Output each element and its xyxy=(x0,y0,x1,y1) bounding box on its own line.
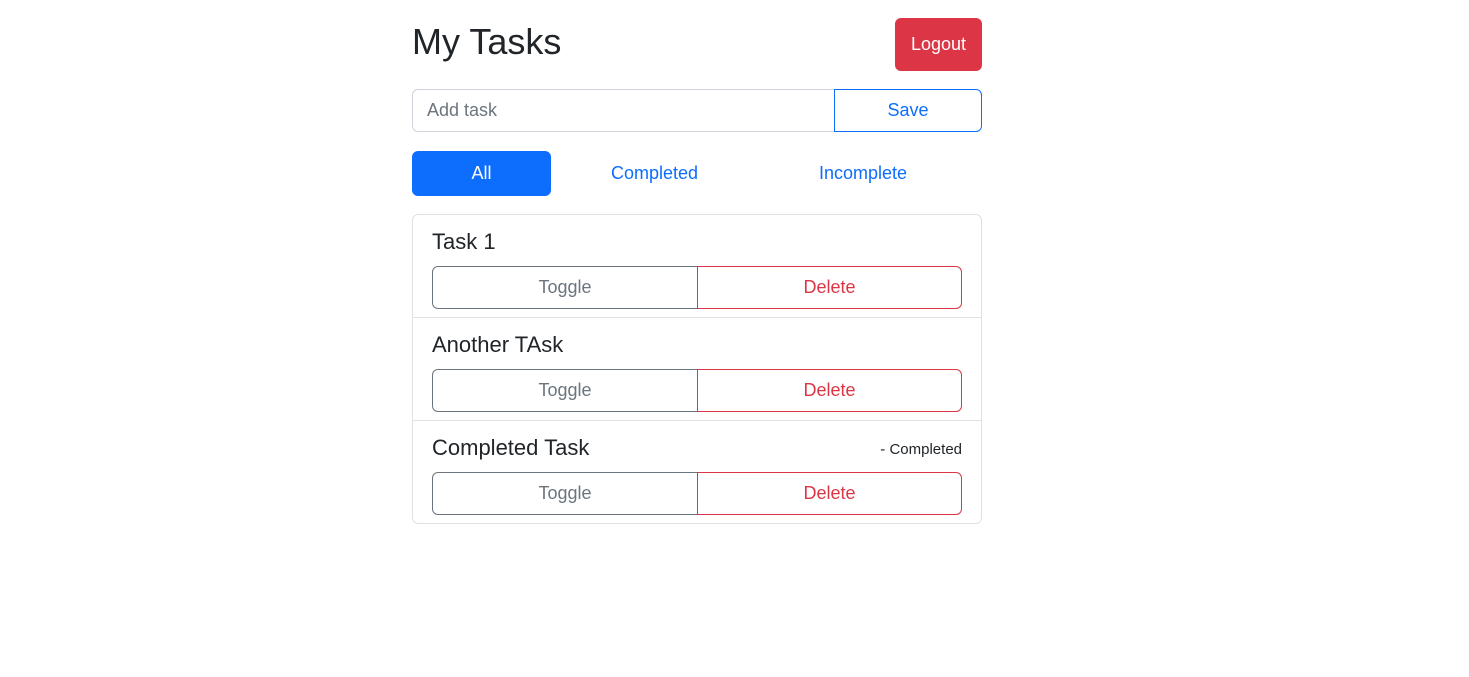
filter-incomplete[interactable]: Incomplete xyxy=(799,151,927,196)
task-title: Task 1 xyxy=(432,229,496,254)
delete-button[interactable]: Delete xyxy=(697,472,962,515)
task-actions: Toggle Delete xyxy=(432,266,963,309)
delete-button[interactable]: Delete xyxy=(697,369,962,412)
delete-button[interactable]: Delete xyxy=(697,266,962,309)
task-item: Completed Task - Completed Toggle Delete xyxy=(413,421,981,523)
task-title: Another TAsk xyxy=(432,332,564,357)
task-actions: Toggle Delete xyxy=(432,472,963,515)
toggle-button[interactable]: Toggle xyxy=(432,472,698,515)
task-status: - Completed xyxy=(880,441,962,458)
logout-button[interactable]: Logout xyxy=(895,18,982,71)
filter-completed[interactable]: Completed xyxy=(591,151,718,196)
task-list: Task 1 Toggle Delete Another TAsk Toggle… xyxy=(412,214,982,524)
toggle-button[interactable]: Toggle xyxy=(432,266,698,309)
task-actions: Toggle Delete xyxy=(432,369,963,412)
task-app: My Tasks Logout Save All Completed Incom… xyxy=(412,0,982,524)
task-title: Completed Task xyxy=(432,435,590,460)
filter-tabs: All Completed Incomplete xyxy=(412,151,982,196)
filter-all[interactable]: All xyxy=(412,151,551,196)
save-button[interactable]: Save xyxy=(834,89,982,132)
task-item: Another TAsk Toggle Delete xyxy=(413,318,981,421)
add-task-input[interactable] xyxy=(412,89,834,132)
header: My Tasks Logout xyxy=(412,0,982,89)
task-item: Task 1 Toggle Delete xyxy=(413,215,981,318)
page-title: My Tasks xyxy=(412,21,562,62)
toggle-button[interactable]: Toggle xyxy=(432,369,698,412)
add-task-form: Save xyxy=(412,89,982,132)
